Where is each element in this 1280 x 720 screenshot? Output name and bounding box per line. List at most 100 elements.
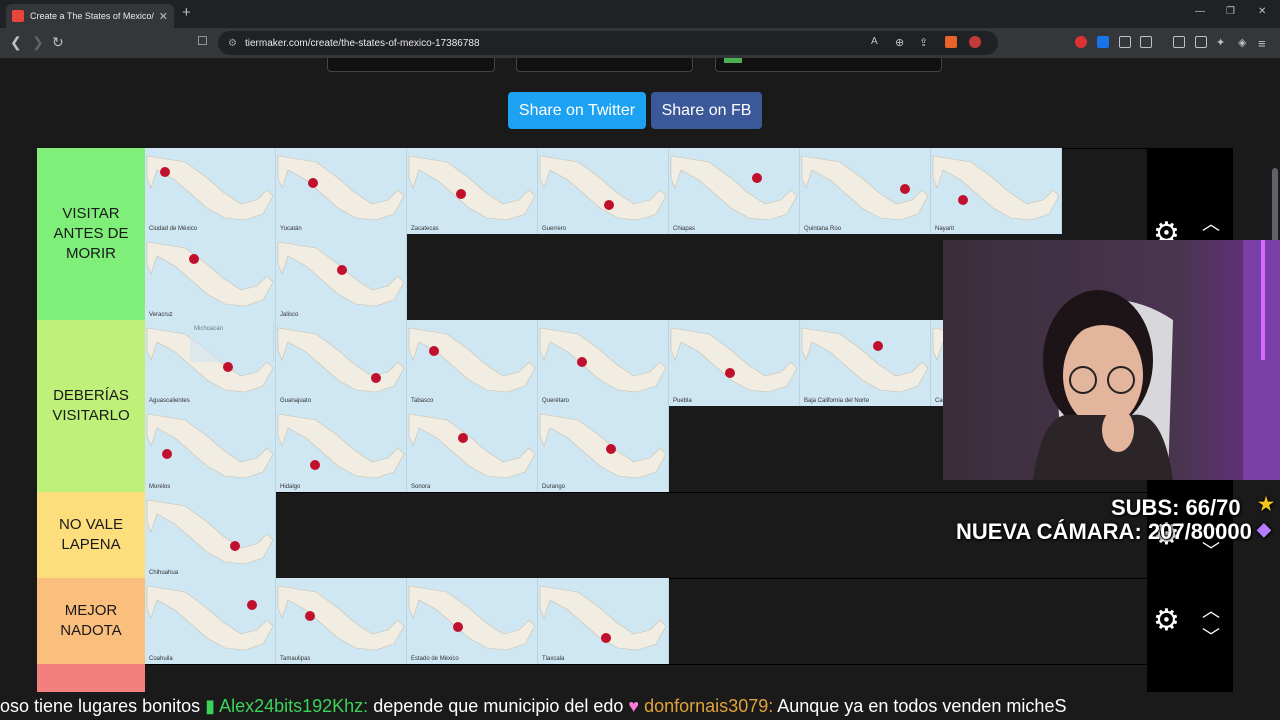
- diamond-icon: ◆: [1257, 519, 1271, 539]
- state-card[interactable]: Ciudad de México: [145, 148, 276, 234]
- star-icon: ★: [1258, 494, 1275, 514]
- ticker-message: depende que municipio del edo: [373, 696, 624, 716]
- move-tier-down-icon[interactable]: ﹀: [1202, 623, 1220, 649]
- state-card[interactable]: Coahuila: [145, 578, 276, 664]
- state-card[interactable]: Tabasco: [407, 320, 538, 406]
- restore-icon[interactable]: ❐: [1226, 6, 1235, 17]
- dragging-state-card[interactable]: Michoacán: [190, 322, 274, 362]
- state-card[interactable]: Quintana Roo: [800, 148, 931, 234]
- save-tierlist-button[interactable]: [715, 58, 942, 72]
- screenshot-icon[interactable]: [1140, 36, 1152, 48]
- state-card[interactable]: Durango: [538, 406, 669, 492]
- tier-controls: [1147, 664, 1233, 694]
- subs-counter: SUBS: 66/70: [1111, 495, 1241, 520]
- share-twitter-button[interactable]: Share on Twitter: [508, 92, 646, 129]
- state-card[interactable]: Puebla: [669, 320, 800, 406]
- state-card[interactable]: Estado de México: [407, 578, 538, 664]
- state-card[interactable]: Veracruz: [145, 234, 276, 320]
- extension-record-icon[interactable]: [1075, 36, 1087, 48]
- close-window-icon[interactable]: ✕: [1258, 6, 1266, 17]
- tier-label[interactable]: VISITAR ANTES DE MORIR: [37, 148, 145, 320]
- forward-icon[interactable]: ❯: [32, 34, 44, 51]
- menu-icon[interactable]: ≡: [1258, 36, 1270, 51]
- state-card[interactable]: Guerrero: [538, 148, 669, 234]
- ticker-username: Alex24bits192Khz:: [219, 696, 369, 716]
- state-name: Tlaxcala: [542, 656, 565, 662]
- state-card[interactable]: Chihuahua: [145, 492, 276, 578]
- move-tier-up-icon[interactable]: ︿: [1202, 597, 1220, 623]
- toggle-labels-button[interactable]: [516, 58, 693, 72]
- tier-label[interactable]: DEBERÍAS VISITARLO: [37, 320, 145, 492]
- state-name: Quintana Roo: [804, 226, 842, 232]
- state-name: Hidalgo: [280, 484, 301, 490]
- tier-label[interactable]: [37, 664, 145, 694]
- state-card[interactable]: Hidalgo: [276, 406, 407, 492]
- state-name: Michoacán: [194, 326, 224, 332]
- state-name: Querétaro: [542, 398, 570, 404]
- site-info-icon[interactable]: ⚙: [228, 38, 237, 49]
- wallet-icon[interactable]: [1195, 36, 1207, 48]
- reload-icon[interactable]: ↻: [52, 34, 64, 51]
- extensions-icon[interactable]: [1119, 36, 1131, 48]
- ticker-username: donfornais3079:: [644, 696, 774, 716]
- share-icon[interactable]: ⇪: [919, 36, 931, 49]
- brave-shield-icon[interactable]: [945, 36, 957, 48]
- browser-tab[interactable]: Create a The States of Mexico/ Los ✕: [6, 4, 174, 28]
- state-name: Sonora: [411, 484, 431, 490]
- state-card[interactable]: Chiapas: [669, 148, 800, 234]
- state-name: Jalisco: [280, 312, 299, 318]
- state-card[interactable]: Querétaro: [538, 320, 669, 406]
- state-name: Chiapas: [673, 226, 696, 232]
- tab-title: Create a The States of Mexico/ Los: [30, 11, 155, 21]
- leo-ai-icon[interactable]: ✦: [1216, 36, 1228, 49]
- url-text[interactable]: tiermaker.com/create/the-states-of-mexic…: [245, 38, 480, 49]
- state-card[interactable]: Yucatán: [276, 148, 407, 234]
- back-icon[interactable]: ❮: [10, 34, 22, 51]
- state-card[interactable]: Tamaulipas: [276, 578, 407, 664]
- state-card[interactable]: Nayarit: [931, 148, 1062, 234]
- state-card[interactable]: Sonora: [407, 406, 538, 492]
- ticker-heart-icon: ♥: [628, 696, 640, 716]
- state-name: Veracruz: [149, 312, 173, 318]
- state-name: Tamaulipas: [280, 656, 311, 662]
- sidebar-icon[interactable]: [1173, 36, 1185, 48]
- chat-ticker: oso tiene lugares bonitos ▮ Alex24bits19…: [0, 692, 1280, 720]
- zoom-icon[interactable]: ⊕: [895, 36, 907, 49]
- state-card[interactable]: Jalisco: [276, 234, 407, 320]
- state-card[interactable]: Zacatecas: [407, 148, 538, 234]
- state-name: Puebla: [673, 398, 692, 404]
- new-tab-icon[interactable]: +: [182, 4, 191, 21]
- ticker-message: Aunque ya en todos venden micheS: [777, 696, 1067, 716]
- state-name: Guerrero: [542, 226, 567, 232]
- state-name: Estado de México: [411, 656, 459, 662]
- progress-icon: [724, 58, 742, 63]
- translate-icon[interactable]: A: [871, 36, 883, 48]
- state-name: Nayarit: [935, 226, 955, 232]
- state-name: Baja California del Norte: [804, 398, 870, 404]
- state-card[interactable]: Tlaxcala: [538, 578, 669, 664]
- minimize-icon[interactable]: —: [1195, 6, 1205, 17]
- state-name: Tabasco: [411, 398, 434, 404]
- tier-settings-gear-icon[interactable]: ⚙: [1153, 603, 1180, 638]
- bookmark-icon[interactable]: ☐: [197, 34, 208, 48]
- tier-label[interactable]: MEJOR NADOTA: [37, 578, 145, 664]
- ticker-badge-icon: ▮: [205, 696, 216, 716]
- download-image-button[interactable]: [327, 58, 495, 72]
- state-name: Yucatán: [280, 226, 302, 232]
- move-tier-up-icon[interactable]: ︿: [1202, 210, 1220, 236]
- share-fb-button[interactable]: Share on FB: [651, 92, 762, 129]
- download-icon[interactable]: [1097, 36, 1109, 48]
- close-tab-icon[interactable]: ✕: [159, 10, 168, 23]
- vpn-icon[interactable]: ◈: [1238, 36, 1250, 49]
- streamer-webcam: [943, 240, 1280, 480]
- state-card[interactable]: Guanajuato: [276, 320, 407, 406]
- state-card[interactable]: Morelos: [145, 406, 276, 492]
- state-card[interactable]: Baja California del Norte: [800, 320, 931, 406]
- state-name: Durango: [542, 484, 566, 490]
- state-name: Guanajuato: [280, 398, 312, 404]
- state-name: Aguascalientes: [149, 398, 190, 404]
- tier-drop-zone[interactable]: [145, 664, 1147, 694]
- state-name: Ciudad de México: [149, 226, 198, 232]
- rewards-icon[interactable]: [969, 36, 981, 48]
- tier-label[interactable]: NO VALE LAPENA: [37, 492, 145, 578]
